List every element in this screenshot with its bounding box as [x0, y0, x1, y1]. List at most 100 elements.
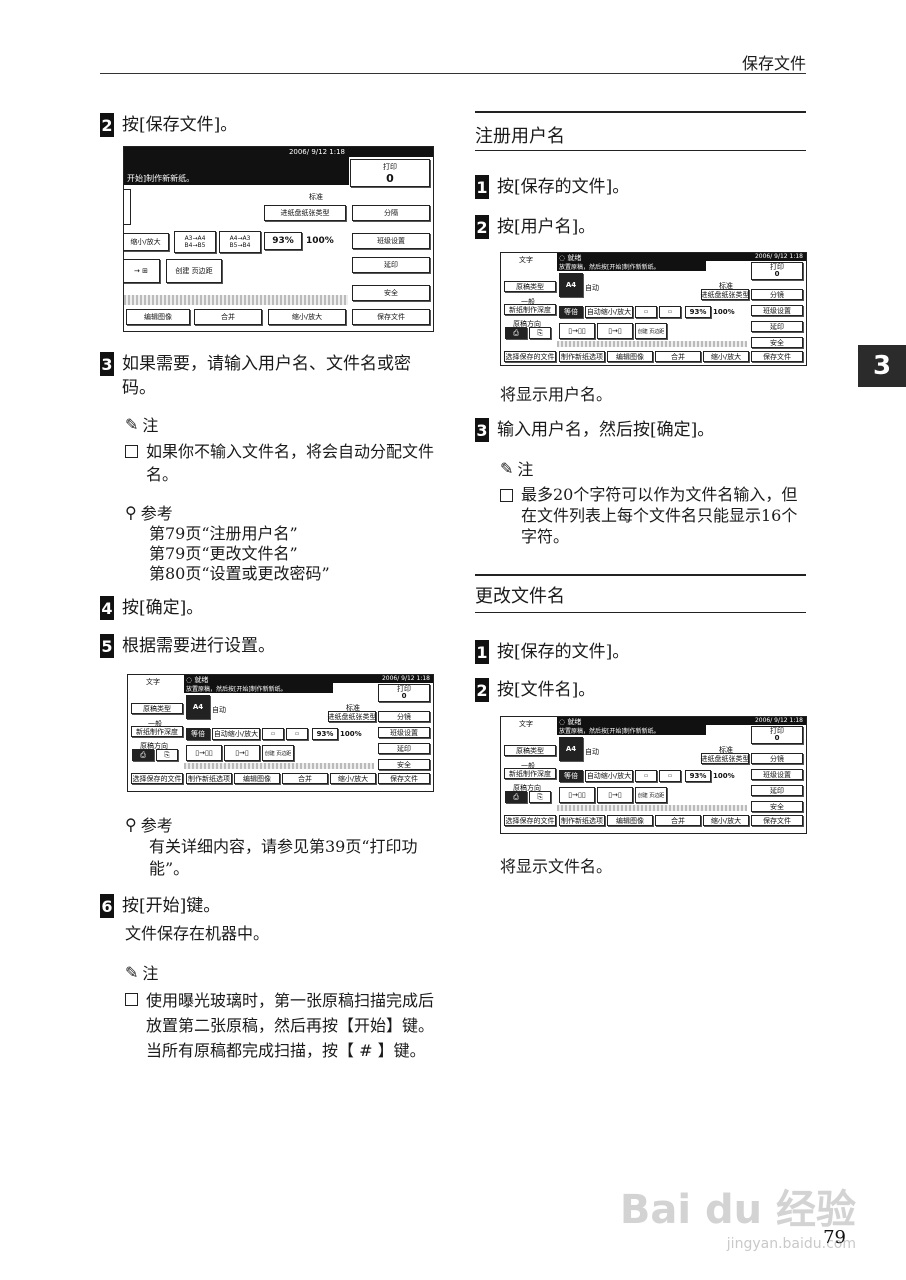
- tab-zoom[interactable]: 缩小/放大: [703, 351, 749, 362]
- density-button[interactable]: 新纸制作深度: [504, 304, 556, 315]
- paper-type-button[interactable]: 进纸盘纸张类型: [701, 289, 750, 300]
- paper-type-button[interactable]: 进纸盘纸张类型: [701, 753, 750, 764]
- pct-button[interactable]: 93%: [685, 306, 711, 318]
- step-number: 4: [100, 596, 114, 620]
- tab-edit-image[interactable]: 编辑图像: [607, 351, 653, 362]
- message-text: 放置原稿，然后按[开始]制作新新纸。: [559, 728, 660, 735]
- sort-button[interactable]: 分隔: [352, 205, 430, 221]
- tab-edit-image[interactable]: 编辑图像: [607, 815, 653, 826]
- save-file-button[interactable]: 保存文件: [751, 351, 803, 362]
- delay-button[interactable]: 延印: [751, 321, 803, 332]
- date-text: 2006/ 9/12 1:18: [706, 717, 806, 725]
- edge-button[interactable]: 创建 页边距: [635, 323, 667, 339]
- tab-select-saved-file[interactable]: 选择保存的文件: [131, 773, 183, 784]
- save-file-button[interactable]: 保存文件: [378, 773, 430, 784]
- sort-button[interactable]: 分镜: [751, 753, 803, 764]
- safe-button[interactable]: 安全: [751, 337, 803, 348]
- tab-zoom[interactable]: 缩小/放大: [330, 773, 376, 784]
- layout-button-1[interactable]: ▯→▯▯: [186, 745, 222, 761]
- orig-type-button[interactable]: 原稿类型: [504, 745, 556, 756]
- tab-new-paper-option[interactable]: 制作新纸选项: [186, 773, 232, 784]
- orient-portrait-button[interactable]: ⎙: [505, 791, 527, 803]
- safe-button[interactable]: 安全: [352, 285, 430, 301]
- ratio-button-2[interactable]: ▭: [286, 728, 308, 740]
- ratio-button-1[interactable]: ▭: [635, 306, 657, 318]
- delay-button[interactable]: 延印: [751, 785, 803, 796]
- delay-button[interactable]: 延印: [352, 257, 430, 273]
- layout-button-1[interactable]: ▯→▯▯: [559, 323, 595, 339]
- note-item: 如果你不输入文件名，将会自动分配文件名。: [125, 440, 435, 486]
- pct-button[interactable]: 93%: [685, 770, 711, 782]
- tab-merge[interactable]: 合并: [282, 773, 328, 784]
- paper-a4-button[interactable]: A4: [186, 695, 210, 719]
- edge-button[interactable]: 创建 页边距: [166, 259, 222, 283]
- tab-new-paper-option[interactable]: 制作新纸选项: [559, 815, 605, 826]
- delay-button[interactable]: 延印: [378, 743, 430, 754]
- auto-zoom-button[interactable]: 自动缩小/放大: [212, 728, 260, 740]
- message-bar: 开始]制作新新纸。 2006/ 9/12 1:18: [124, 147, 349, 185]
- tab-select-saved-file[interactable]: 选择保存的文件: [504, 351, 556, 362]
- tab-merge[interactable]: 合并: [655, 351, 701, 362]
- ratio-button-1[interactable]: ▭: [635, 770, 657, 782]
- layout-button-2[interactable]: ▯→▯: [597, 787, 633, 803]
- ratio-button-2[interactable]: A4→A3 B5→B4: [219, 231, 261, 253]
- edge-button[interactable]: 创建 页边距: [262, 745, 294, 761]
- tab-new-paper-option[interactable]: 制作新纸选项: [559, 351, 605, 362]
- tab-edit-image[interactable]: 编辑图像: [234, 773, 280, 784]
- pct-button[interactable]: 93%: [264, 232, 302, 250]
- magnifier-icon: ⚲: [125, 814, 137, 834]
- orient-landscape-button[interactable]: ⎘: [529, 327, 551, 339]
- orig-type-button[interactable]: 原稿类型: [131, 703, 183, 714]
- advanced-button[interactable]: 班级设置: [751, 305, 803, 316]
- orient-landscape-button[interactable]: ⎘: [156, 749, 178, 761]
- auto-zoom-button[interactable]: 自动缩小/放大: [585, 306, 633, 318]
- step-number: 2: [475, 678, 489, 702]
- ratio-button-2[interactable]: ▭: [659, 306, 681, 318]
- tab-merge[interactable]: 合并: [655, 815, 701, 826]
- tab-zoom[interactable]: 缩小/放大: [703, 815, 749, 826]
- pct-button[interactable]: 93%: [312, 728, 338, 740]
- paper-a4-button[interactable]: A4: [559, 273, 583, 297]
- tab-select-saved-file[interactable]: 选择保存的文件: [504, 815, 556, 826]
- layout-button-2[interactable]: ▯→▯: [597, 323, 633, 339]
- tab-edit-image[interactable]: 编辑图像: [126, 309, 190, 325]
- density-button[interactable]: 新纸制作深度: [504, 768, 556, 779]
- safe-button[interactable]: 安全: [751, 801, 803, 812]
- sort-button[interactable]: 分镜: [751, 289, 803, 300]
- safe-button[interactable]: 安全: [378, 759, 430, 770]
- divider-strip: [184, 763, 374, 769]
- orig-type-button[interactable]: 原稿类型: [504, 281, 556, 292]
- date-bar: [349, 147, 433, 157]
- ratio-button-2[interactable]: ▭: [659, 770, 681, 782]
- ratio-button-1[interactable]: A3→A4 B4→B5: [174, 231, 216, 253]
- orient-portrait-button[interactable]: ⎙: [132, 749, 154, 761]
- same-size-button[interactable]: 等倍: [186, 728, 210, 740]
- tab-zoom[interactable]: 缩小/放大: [268, 309, 346, 325]
- zoom-button[interactable]: 缩小/放大: [124, 233, 169, 251]
- step-text: 按[保存文件]。: [122, 115, 238, 135]
- orient-landscape-button[interactable]: ⎘: [529, 791, 551, 803]
- advanced-button[interactable]: 班级设置: [378, 727, 430, 738]
- paper-type-button[interactable]: 进纸盘纸张类型: [328, 711, 377, 722]
- save-file-button[interactable]: 保存文件: [352, 309, 430, 325]
- tab-merge[interactable]: 合并: [194, 309, 262, 325]
- ratio-button-1[interactable]: ▭: [262, 728, 284, 740]
- paper-a4-button[interactable]: A4: [559, 737, 583, 761]
- edge-button[interactable]: 创建 页边距: [635, 787, 667, 803]
- layout-button-2[interactable]: ▯→▯: [224, 745, 260, 761]
- layout-button-1[interactable]: ▯→▯▯: [559, 787, 595, 803]
- print-counter: 打印 0: [350, 159, 430, 187]
- sort-button[interactable]: 分镜: [378, 711, 430, 722]
- panel-screen-small-2: ◌ 就绪 放置原稿，然后按[开始]制作新新纸。 文字 2006/ 9/12 1:…: [500, 252, 807, 366]
- density-button[interactable]: 新纸制作深度: [131, 726, 183, 737]
- save-file-button[interactable]: 保存文件: [751, 815, 803, 826]
- auto-zoom-button[interactable]: 自动缩小/放大: [585, 770, 633, 782]
- same-size-button[interactable]: 等倍: [559, 770, 583, 782]
- advanced-button[interactable]: 班级设置: [751, 769, 803, 780]
- advanced-button[interactable]: 班级设置: [352, 233, 430, 249]
- orient-portrait-button[interactable]: ⎙: [505, 327, 527, 339]
- same-size-button[interactable]: 等倍: [559, 306, 583, 318]
- layout-button[interactable]: → ⊞: [124, 259, 160, 283]
- paper-type-button[interactable]: 进纸盘纸张类型: [264, 205, 346, 221]
- pct-100: 100%: [713, 772, 735, 780]
